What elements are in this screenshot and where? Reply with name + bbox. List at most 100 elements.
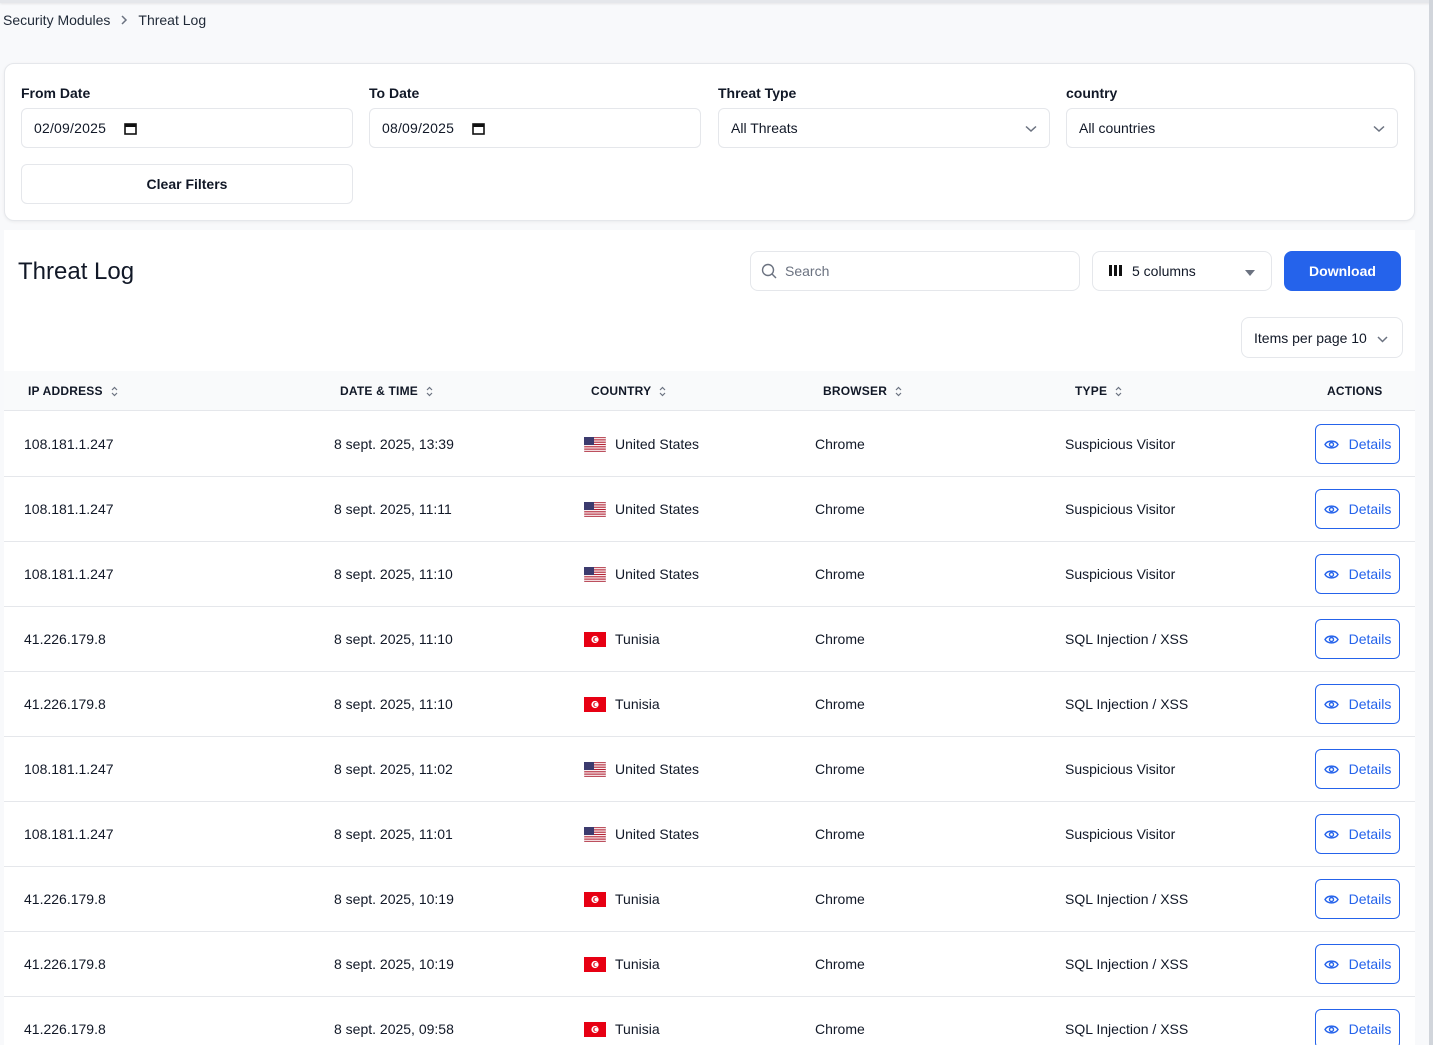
country-cell: United States [584, 542, 699, 606]
header-browser[interactable]: BROWSER [823, 371, 902, 411]
type-text: Suspicious Visitor [1065, 826, 1176, 842]
details-button[interactable]: Details [1315, 749, 1400, 789]
browser-text: Chrome [815, 696, 865, 712]
date-time-cell: 8 sept. 2025, 13:39 [334, 412, 454, 476]
type-text: Suspicious Visitor [1065, 436, 1176, 452]
ip-address-cell: 108.181.1.247 [24, 737, 114, 801]
sort-icon[interactable] [1115, 386, 1122, 397]
header-date-time[interactable]: DATE & TIME [340, 371, 433, 411]
header-country[interactable]: COUNTRY [591, 371, 666, 411]
details-button[interactable]: Details [1315, 684, 1400, 724]
ip-address-cell: 108.181.1.247 [24, 802, 114, 866]
clear-filters-button[interactable]: Clear Filters [21, 164, 353, 204]
browser-cell: Chrome [815, 607, 865, 671]
breadcrumb-parent-link[interactable]: Security Modules [3, 12, 110, 28]
columns-icon [1109, 263, 1122, 279]
details-button[interactable]: Details [1315, 879, 1400, 919]
eye-icon [1323, 699, 1339, 710]
browser-text: Chrome [815, 436, 865, 452]
browser-cell: Chrome [815, 997, 865, 1045]
ip-address-cell: 108.181.1.247 [24, 542, 114, 606]
type-cell: SQL Injection / XSS [1065, 997, 1188, 1045]
date-time-cell: 8 sept. 2025, 11:10 [334, 542, 453, 606]
country-label: country [1066, 85, 1118, 101]
header-ip-address[interactable]: IP ADDRESS [28, 371, 118, 411]
date-time-cell: 8 sept. 2025, 10:19 [334, 867, 454, 931]
table-row: 41.226.179.8 8 sept. 2025, 11:10 Tunisia… [4, 607, 1415, 672]
country-text: United States [615, 826, 700, 842]
to-date-group: To Date 08/09/2025 [369, 85, 701, 148]
threat-type-label: Threat Type [718, 85, 797, 101]
browser-text: Chrome [815, 956, 865, 972]
search-icon [761, 263, 777, 279]
sort-icon[interactable] [111, 386, 118, 397]
country-text: Tunisia [615, 631, 660, 647]
country-text: Tunisia [615, 891, 660, 907]
country-select[interactable]: All countries [1066, 108, 1398, 148]
sort-icon[interactable] [426, 386, 433, 397]
items-per-page-select[interactable]: Items per page 10 [1241, 317, 1403, 358]
chevron-right-icon [120, 15, 128, 25]
header-date-time-label: DATE & TIME [340, 384, 418, 398]
download-button[interactable]: Download [1284, 251, 1401, 291]
tn-flag-icon [584, 891, 606, 907]
type-cell: Suspicious Visitor [1065, 542, 1175, 606]
type-cell: SQL Injection / XSS [1065, 932, 1188, 996]
details-label: Details [1348, 1021, 1392, 1037]
details-button[interactable]: Details [1315, 944, 1400, 984]
us-flag-icon [584, 566, 606, 582]
details-button[interactable]: Details [1315, 619, 1400, 659]
country-cell: United States [584, 477, 699, 541]
country-text: Tunisia [615, 696, 660, 712]
country-text: United States [615, 761, 700, 777]
search-placeholder: Search [785, 263, 830, 279]
calendar-icon[interactable] [472, 122, 485, 135]
browser-text: Chrome [815, 761, 865, 777]
header-actions-label: ACTIONS [1327, 384, 1383, 398]
to-date-input[interactable]: 08/09/2025 [369, 108, 701, 148]
sort-icon[interactable] [659, 386, 666, 397]
details-button[interactable]: Details [1315, 814, 1400, 854]
chevron-down-icon [1025, 120, 1037, 136]
search-input[interactable]: Search [750, 251, 1080, 291]
country-text: United States [615, 436, 700, 452]
details-label: Details [1348, 631, 1392, 647]
datetime-text: 8 sept. 2025, 11:02 [334, 761, 453, 777]
sort-icon[interactable] [895, 386, 902, 397]
from-date-value: 02/09/2025 [34, 120, 107, 136]
ip-address-cell: 41.226.179.8 [24, 997, 106, 1045]
ip-text: 41.226.179.8 [24, 891, 106, 907]
from-date-input[interactable]: 02/09/2025 [21, 108, 353, 148]
type-text: SQL Injection / XSS [1065, 696, 1189, 712]
type-cell: Suspicious Visitor [1065, 477, 1175, 541]
threat-type-select[interactable]: All Threats [718, 108, 1050, 148]
datetime-text: 8 sept. 2025, 09:58 [334, 1021, 454, 1037]
datetime-text: 8 sept. 2025, 11:01 [334, 826, 453, 842]
browser-cell: Chrome [815, 802, 865, 866]
details-button[interactable]: Details [1315, 1009, 1400, 1045]
page-title: Threat Log [18, 258, 135, 285]
details-button[interactable]: Details [1315, 489, 1400, 529]
details-label: Details [1348, 566, 1392, 582]
ip-text: 108.181.1.247 [24, 826, 114, 842]
details-button[interactable]: Details [1315, 554, 1400, 594]
table-header: IP ADDRESS DATE & TIME COUNTRY BROWSER T… [4, 371, 1415, 411]
details-button[interactable]: Details [1315, 424, 1400, 464]
type-cell: SQL Injection / XSS [1065, 867, 1188, 931]
columns-label: 5 columns [1132, 263, 1196, 279]
browser-text: Chrome [815, 826, 865, 842]
type-cell: SQL Injection / XSS [1065, 672, 1188, 736]
browser-cell: Chrome [815, 737, 865, 801]
date-time-cell: 8 sept. 2025, 09:58 [334, 997, 454, 1045]
browser-cell: Chrome [815, 932, 865, 996]
ip-address-cell: 41.226.179.8 [24, 672, 106, 736]
header-type[interactable]: TYPE [1075, 371, 1122, 411]
columns-select[interactable]: 5 columns [1092, 251, 1272, 291]
page-scrollbar[interactable] [1429, 0, 1433, 1045]
country-cell: Tunisia [584, 607, 660, 671]
ip-text: 108.181.1.247 [24, 566, 114, 582]
eye-icon [1323, 829, 1339, 840]
tn-flag-icon [584, 696, 606, 712]
us-flag-icon [584, 436, 606, 452]
calendar-icon[interactable] [124, 122, 137, 135]
